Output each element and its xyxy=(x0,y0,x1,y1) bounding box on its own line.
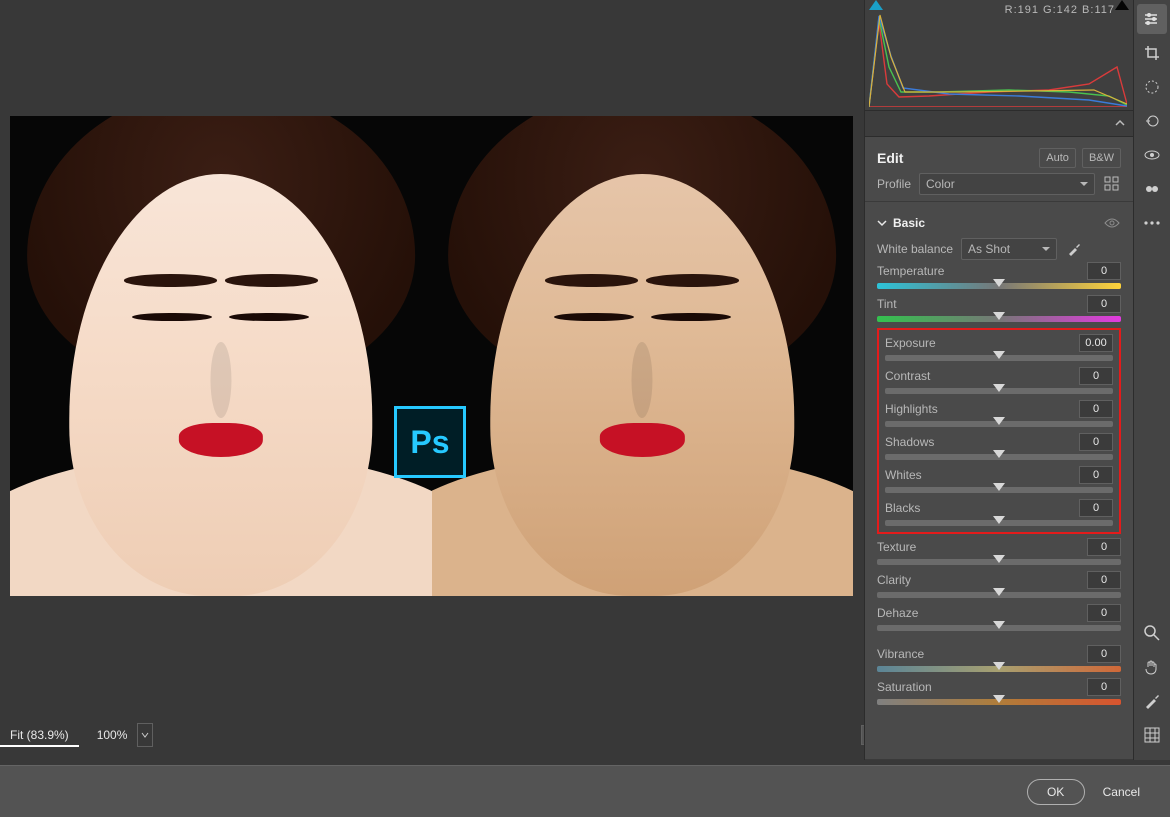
profile-select[interactable]: Color xyxy=(919,173,1095,195)
after-image xyxy=(432,116,854,596)
temperature-slider[interactable] xyxy=(877,283,1121,289)
tone-sliders-highlighted: Exposure Contrast Highlights xyxy=(877,328,1121,534)
blacks-input[interactable] xyxy=(1079,499,1113,517)
whites-input[interactable] xyxy=(1079,466,1113,484)
blacks-label: Blacks xyxy=(885,501,920,515)
ok-button[interactable]: OK xyxy=(1027,779,1085,805)
zoom-100[interactable]: 100% xyxy=(87,723,138,747)
zoom-dropdown[interactable] xyxy=(137,723,153,747)
saturation-slider[interactable] xyxy=(877,699,1121,705)
before-image xyxy=(10,116,432,596)
dehaze-input[interactable] xyxy=(1087,604,1121,622)
temperature-input[interactable] xyxy=(1087,262,1121,280)
saturation-label: Saturation xyxy=(877,680,932,694)
vibrance-slider[interactable] xyxy=(877,666,1121,672)
hand-tool-icon[interactable] xyxy=(1137,652,1167,682)
texture-input[interactable] xyxy=(1087,538,1121,556)
highlight-clip-indicator[interactable] xyxy=(1115,0,1129,10)
tint-input[interactable] xyxy=(1087,295,1121,313)
highlights-label: Highlights xyxy=(885,402,938,416)
dehaze-slider[interactable] xyxy=(877,625,1121,631)
histogram[interactable]: R:191 G:142 B:117 xyxy=(865,0,1133,111)
texture-label: Texture xyxy=(877,540,916,554)
cancel-button[interactable]: Cancel xyxy=(1103,785,1140,799)
camera-raw-window: Ps Fit (83.9%) 100% R:191 G:142 B:117 xyxy=(0,0,1170,817)
exposure-slider[interactable] xyxy=(885,355,1113,361)
clarity-label: Clarity xyxy=(877,573,911,587)
tint-label: Tint xyxy=(877,297,897,311)
presets-icon[interactable] xyxy=(1137,174,1167,204)
shadows-slider[interactable] xyxy=(885,454,1113,460)
saturation-input[interactable] xyxy=(1087,678,1121,696)
basic-title: Basic xyxy=(893,216,925,230)
edit-tool-icon[interactable] xyxy=(1137,4,1167,34)
whites-slider[interactable] xyxy=(885,487,1113,493)
white-balance-label: White balance xyxy=(877,242,953,256)
white-balance-select[interactable]: As Shot xyxy=(961,238,1057,260)
bw-button[interactable]: B&W xyxy=(1082,148,1121,168)
exposure-label: Exposure xyxy=(885,336,936,350)
chevron-down-icon[interactable] xyxy=(877,218,887,228)
contrast-label: Contrast xyxy=(885,369,930,383)
zoom-fit[interactable]: Fit (83.9%) xyxy=(0,723,79,747)
contrast-input[interactable] xyxy=(1079,367,1113,385)
photoshop-logo: Ps xyxy=(394,406,466,478)
crop-tool-icon[interactable] xyxy=(1137,38,1167,68)
tool-strip xyxy=(1133,0,1170,760)
contrast-slider[interactable] xyxy=(885,388,1113,394)
vibrance-input[interactable] xyxy=(1087,645,1121,663)
vibrance-label: Vibrance xyxy=(877,647,924,661)
histogram-graph xyxy=(869,12,1127,107)
highlights-input[interactable] xyxy=(1079,400,1113,418)
texture-slider[interactable] xyxy=(877,559,1121,565)
auto-button[interactable]: Auto xyxy=(1039,148,1076,168)
shadow-clip-indicator[interactable] xyxy=(869,0,883,10)
shadows-input[interactable] xyxy=(1079,433,1113,451)
eyedropper-icon[interactable] xyxy=(1065,240,1083,258)
whites-label: Whites xyxy=(885,468,922,482)
highlights-slider[interactable] xyxy=(885,421,1113,427)
blacks-slider[interactable] xyxy=(885,520,1113,526)
grid-tool-icon[interactable] xyxy=(1137,720,1167,750)
tint-slider[interactable] xyxy=(877,316,1121,322)
sampler-tool-icon[interactable] xyxy=(1137,686,1167,716)
dialog-buttons: OK Cancel xyxy=(0,765,1170,817)
more-icon[interactable] xyxy=(1137,208,1167,238)
temperature-label: Temperature xyxy=(877,264,944,278)
heal-tool-icon[interactable] xyxy=(1137,72,1167,102)
panel-options-strip xyxy=(865,111,1133,137)
dehaze-label: Dehaze xyxy=(877,606,918,620)
profile-browser-icon[interactable] xyxy=(1103,175,1121,193)
exposure-input[interactable] xyxy=(1079,334,1113,352)
visibility-icon[interactable] xyxy=(1103,214,1121,232)
profile-label: Profile xyxy=(877,177,911,191)
shadows-label: Shadows xyxy=(885,435,934,449)
edit-panel: R:191 G:142 B:117 Edit Auto B&W Profi xyxy=(864,0,1133,760)
chevron-up-icon[interactable] xyxy=(1113,116,1127,130)
edit-title: Edit xyxy=(877,150,903,166)
mask-tool-icon[interactable] xyxy=(1137,106,1167,136)
zoom-tool-icon[interactable] xyxy=(1137,618,1167,648)
clarity-input[interactable] xyxy=(1087,571,1121,589)
clarity-slider[interactable] xyxy=(877,592,1121,598)
redeye-tool-icon[interactable] xyxy=(1137,140,1167,170)
image-preview[interactable] xyxy=(10,116,853,596)
